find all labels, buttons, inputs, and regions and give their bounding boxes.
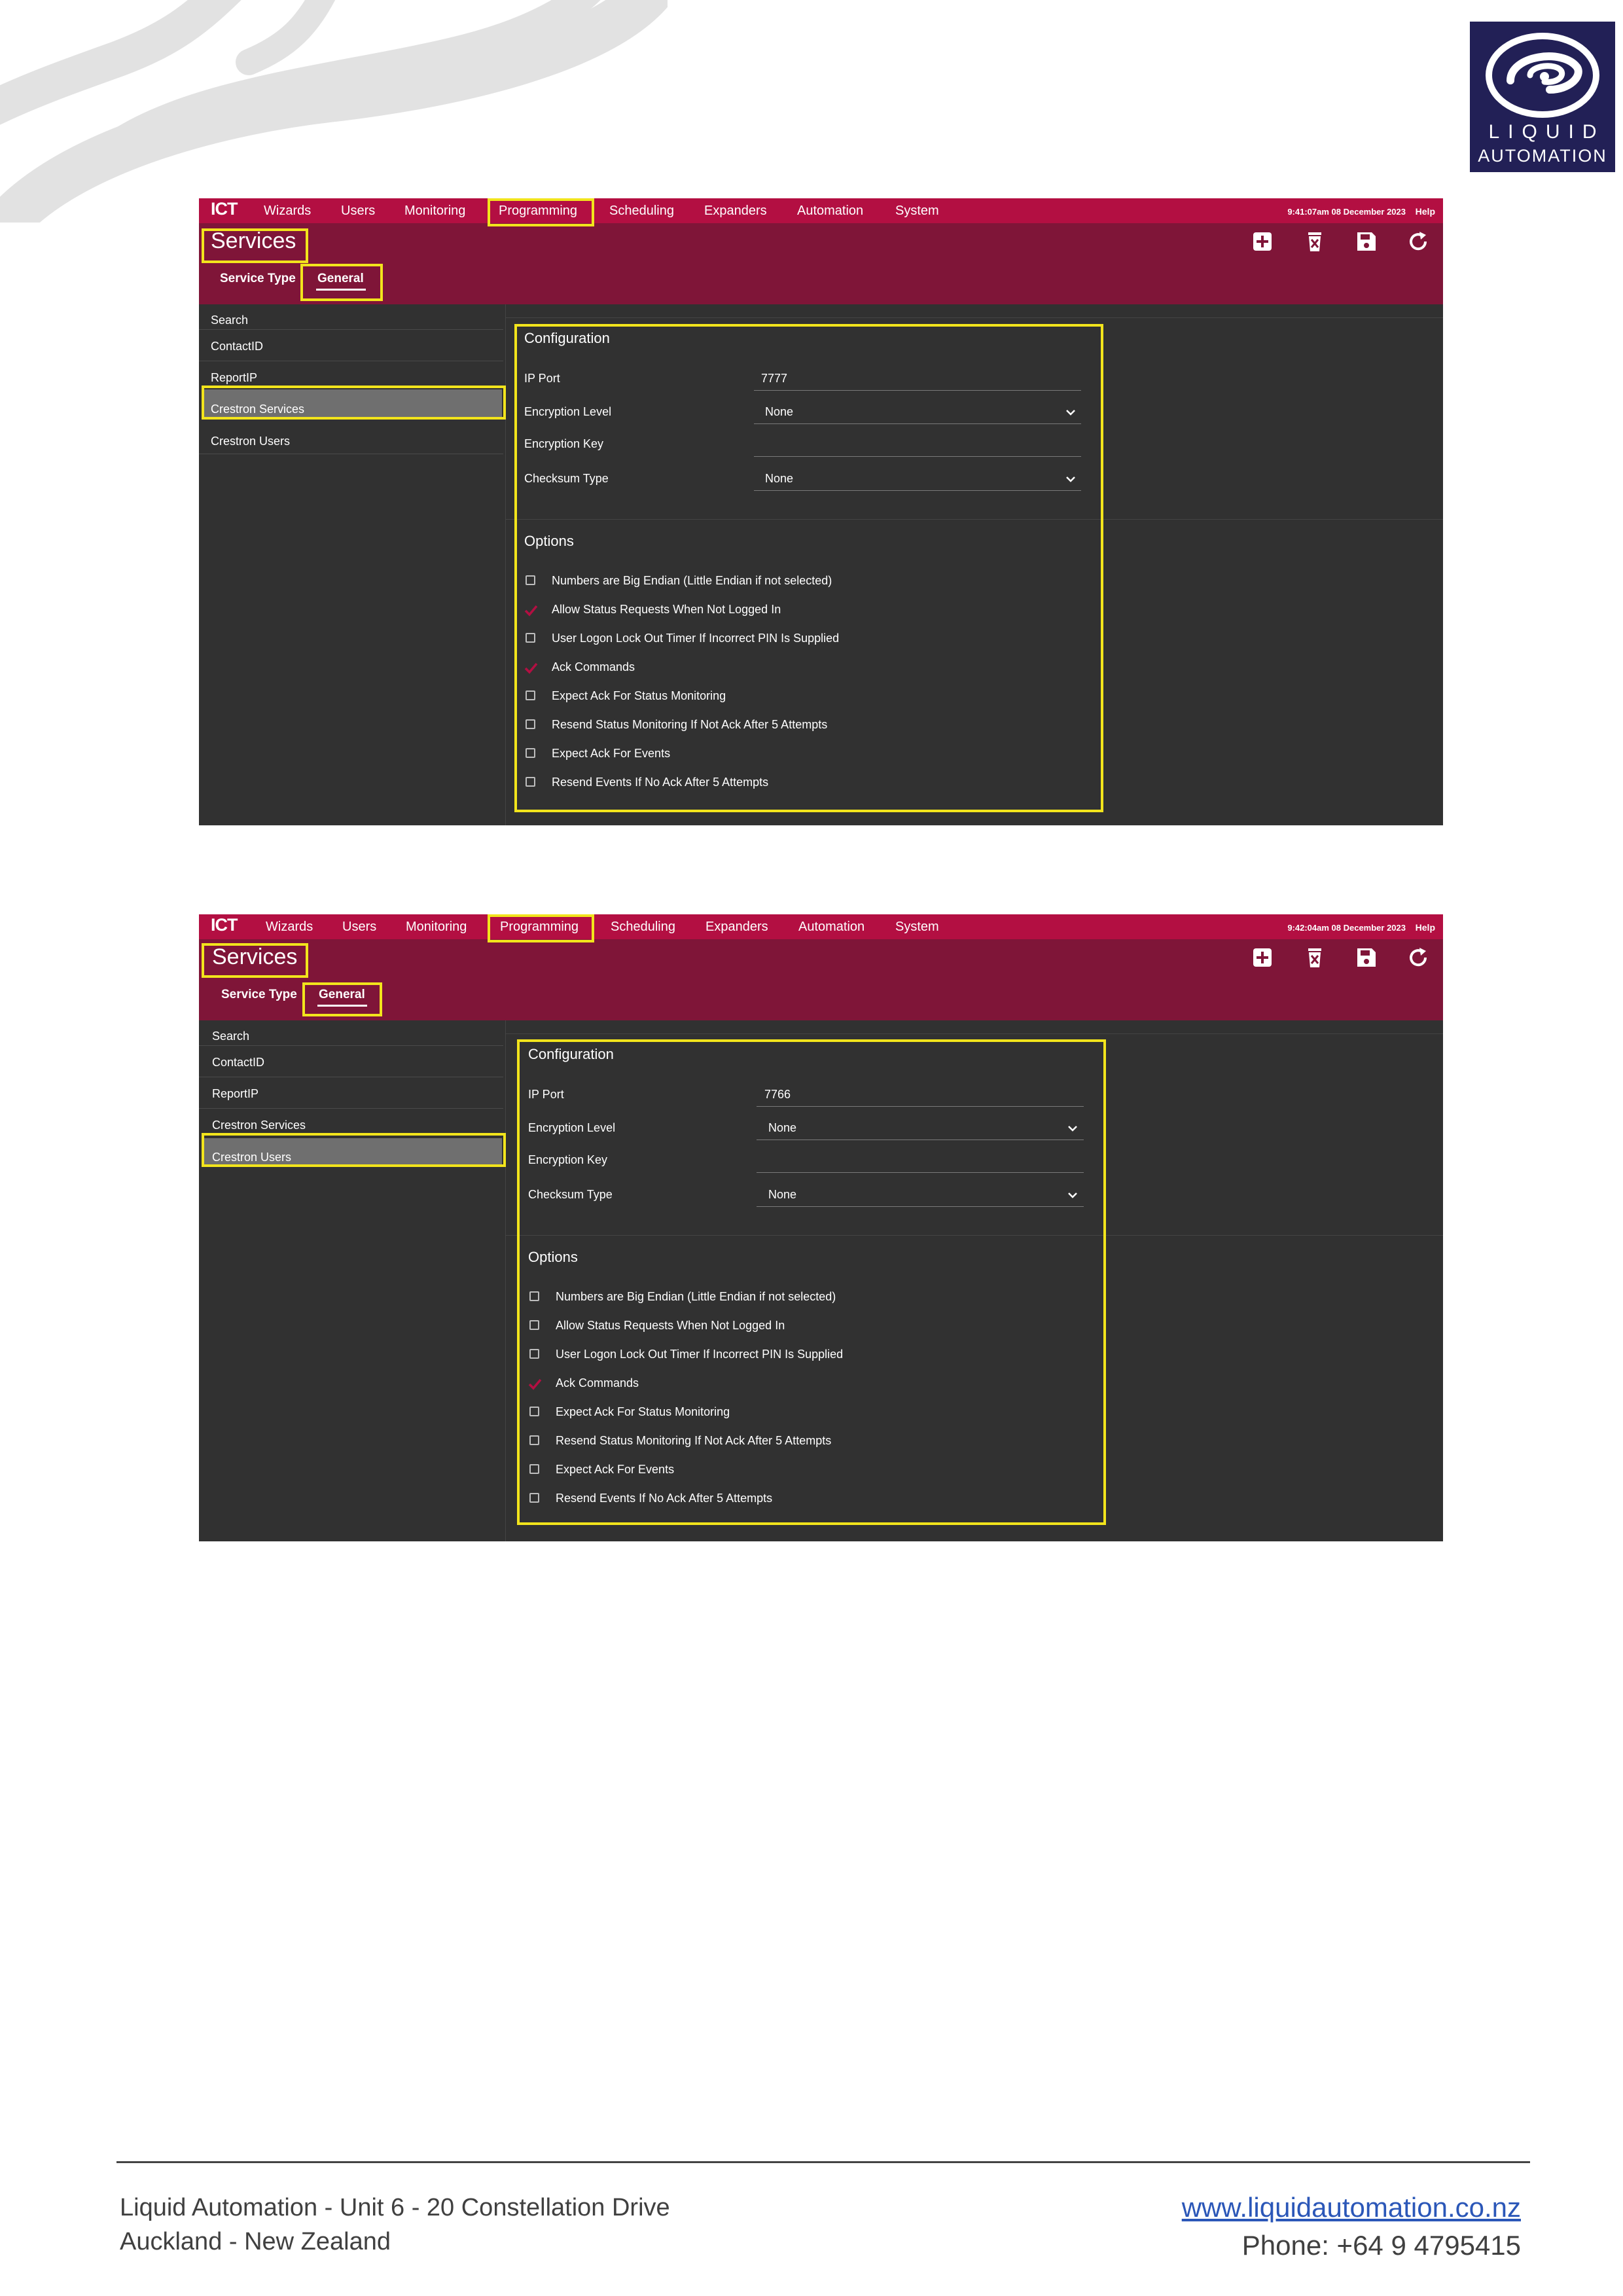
sidebar-divider bbox=[199, 1045, 503, 1046]
refresh-icon[interactable] bbox=[1406, 230, 1430, 253]
screenshot-crestron-users: ICT Wizards Users Monitoring Programming… bbox=[199, 914, 1443, 1541]
panel-divider bbox=[505, 304, 506, 825]
highlight-page-title bbox=[202, 943, 308, 978]
top-nav-bar: ICT Wizards Users Monitoring Programming… bbox=[199, 198, 1443, 223]
nav-automation[interactable]: Automation bbox=[797, 204, 863, 218]
add-icon[interactable] bbox=[1251, 946, 1274, 969]
highlight-selected-service bbox=[202, 386, 506, 420]
tab-service-type[interactable]: Service Type bbox=[220, 272, 296, 286]
nav-monitoring[interactable]: Monitoring bbox=[406, 920, 467, 934]
footer-address-line2: Auckland - New Zealand bbox=[120, 2228, 391, 2255]
highlight-selected-service bbox=[202, 1133, 506, 1167]
swirl-logo-icon bbox=[1486, 33, 1599, 118]
footer-address-line1: Liquid Automation - Unit 6 - 20 Constell… bbox=[120, 2194, 670, 2221]
add-icon[interactable] bbox=[1251, 230, 1274, 253]
top-nav-bar: ICT Wizards Users Monitoring Programming… bbox=[199, 914, 1443, 939]
sidebar-item-crestron-users[interactable]: Crestron Users bbox=[211, 435, 290, 448]
services-sidebar: Search ContactID ReportIP Crestron Servi… bbox=[199, 304, 505, 825]
services-sidebar: Search ContactID ReportIP Crestron Servi… bbox=[199, 1020, 505, 1541]
help-link[interactable]: Help bbox=[1416, 922, 1435, 933]
nav-automation[interactable]: Automation bbox=[798, 920, 865, 934]
nav-expanders[interactable]: Expanders bbox=[705, 920, 768, 934]
nav-scheduling[interactable]: Scheduling bbox=[611, 920, 675, 934]
swirl-watermark bbox=[0, 0, 668, 223]
highlight-settings-panel bbox=[514, 324, 1103, 812]
sidebar-item-crestron-services[interactable]: Crestron Services bbox=[212, 1119, 306, 1132]
panel-divider bbox=[505, 1020, 506, 1541]
sidebar-item-reportip[interactable]: ReportIP bbox=[212, 1087, 259, 1101]
save-icon[interactable] bbox=[1355, 230, 1378, 253]
tab-service-type[interactable]: Service Type bbox=[221, 988, 297, 1002]
clock-datetime: 9:42:04am 08 December 2023 bbox=[1287, 923, 1406, 933]
highlight-programming bbox=[488, 914, 594, 942]
highlight-general-tab bbox=[302, 982, 382, 1016]
nav-system[interactable]: System bbox=[895, 920, 939, 934]
nav-monitoring[interactable]: Monitoring bbox=[404, 204, 465, 218]
sidebar-divider bbox=[199, 329, 503, 330]
help-link[interactable]: Help bbox=[1416, 206, 1435, 217]
content-divider bbox=[505, 317, 1443, 318]
sidebar-divider bbox=[199, 1108, 503, 1109]
screenshot-crestron-services: ICT Wizards Users Monitoring Programming… bbox=[199, 198, 1443, 825]
sidebar-item-contactid[interactable]: ContactID bbox=[212, 1056, 264, 1069]
ict-brand-logo[interactable]: ICT bbox=[211, 199, 238, 219]
nav-wizards[interactable]: Wizards bbox=[264, 204, 311, 218]
content-divider bbox=[505, 1033, 1443, 1034]
footer-website-link[interactable]: www.liquidautomation.co.nz bbox=[1182, 2192, 1521, 2223]
highlight-page-title bbox=[202, 228, 308, 263]
footer-phone: Phone: +64 9 4795415 bbox=[1241, 2230, 1521, 2261]
delete-icon[interactable] bbox=[1303, 946, 1327, 969]
sidebar-search[interactable]: Search bbox=[212, 1030, 249, 1043]
refresh-icon[interactable] bbox=[1406, 946, 1430, 969]
save-icon[interactable] bbox=[1355, 946, 1378, 969]
nav-scheduling[interactable]: Scheduling bbox=[609, 204, 674, 218]
delete-icon[interactable] bbox=[1303, 230, 1327, 253]
logo-text-liquid: LIQUID bbox=[1488, 121, 1605, 143]
nav-users[interactable]: Users bbox=[341, 204, 375, 218]
highlight-settings-panel bbox=[517, 1039, 1106, 1525]
page-header: Services Service Type General bbox=[199, 223, 1443, 304]
nav-wizards[interactable]: Wizards bbox=[266, 920, 313, 934]
highlight-programming bbox=[488, 198, 594, 226]
sidebar-search[interactable]: Search bbox=[211, 314, 248, 327]
page-header: Services Service Type General bbox=[199, 939, 1443, 1020]
highlight-general-tab bbox=[300, 264, 383, 301]
footer-rule bbox=[116, 2161, 1530, 2163]
nav-system[interactable]: System bbox=[895, 204, 939, 218]
logo-text-automation: AUTOMATION bbox=[1478, 146, 1607, 166]
sidebar-item-reportip[interactable]: ReportIP bbox=[211, 371, 257, 385]
liquid-automation-logo: LIQUID AUTOMATION bbox=[1470, 22, 1615, 172]
ict-brand-logo[interactable]: ICT bbox=[211, 915, 238, 935]
nav-expanders[interactable]: Expanders bbox=[704, 204, 767, 218]
nav-users[interactable]: Users bbox=[342, 920, 376, 934]
sidebar-item-contactid[interactable]: ContactID bbox=[211, 340, 263, 353]
clock-datetime: 9:41:07am 08 December 2023 bbox=[1287, 207, 1406, 217]
